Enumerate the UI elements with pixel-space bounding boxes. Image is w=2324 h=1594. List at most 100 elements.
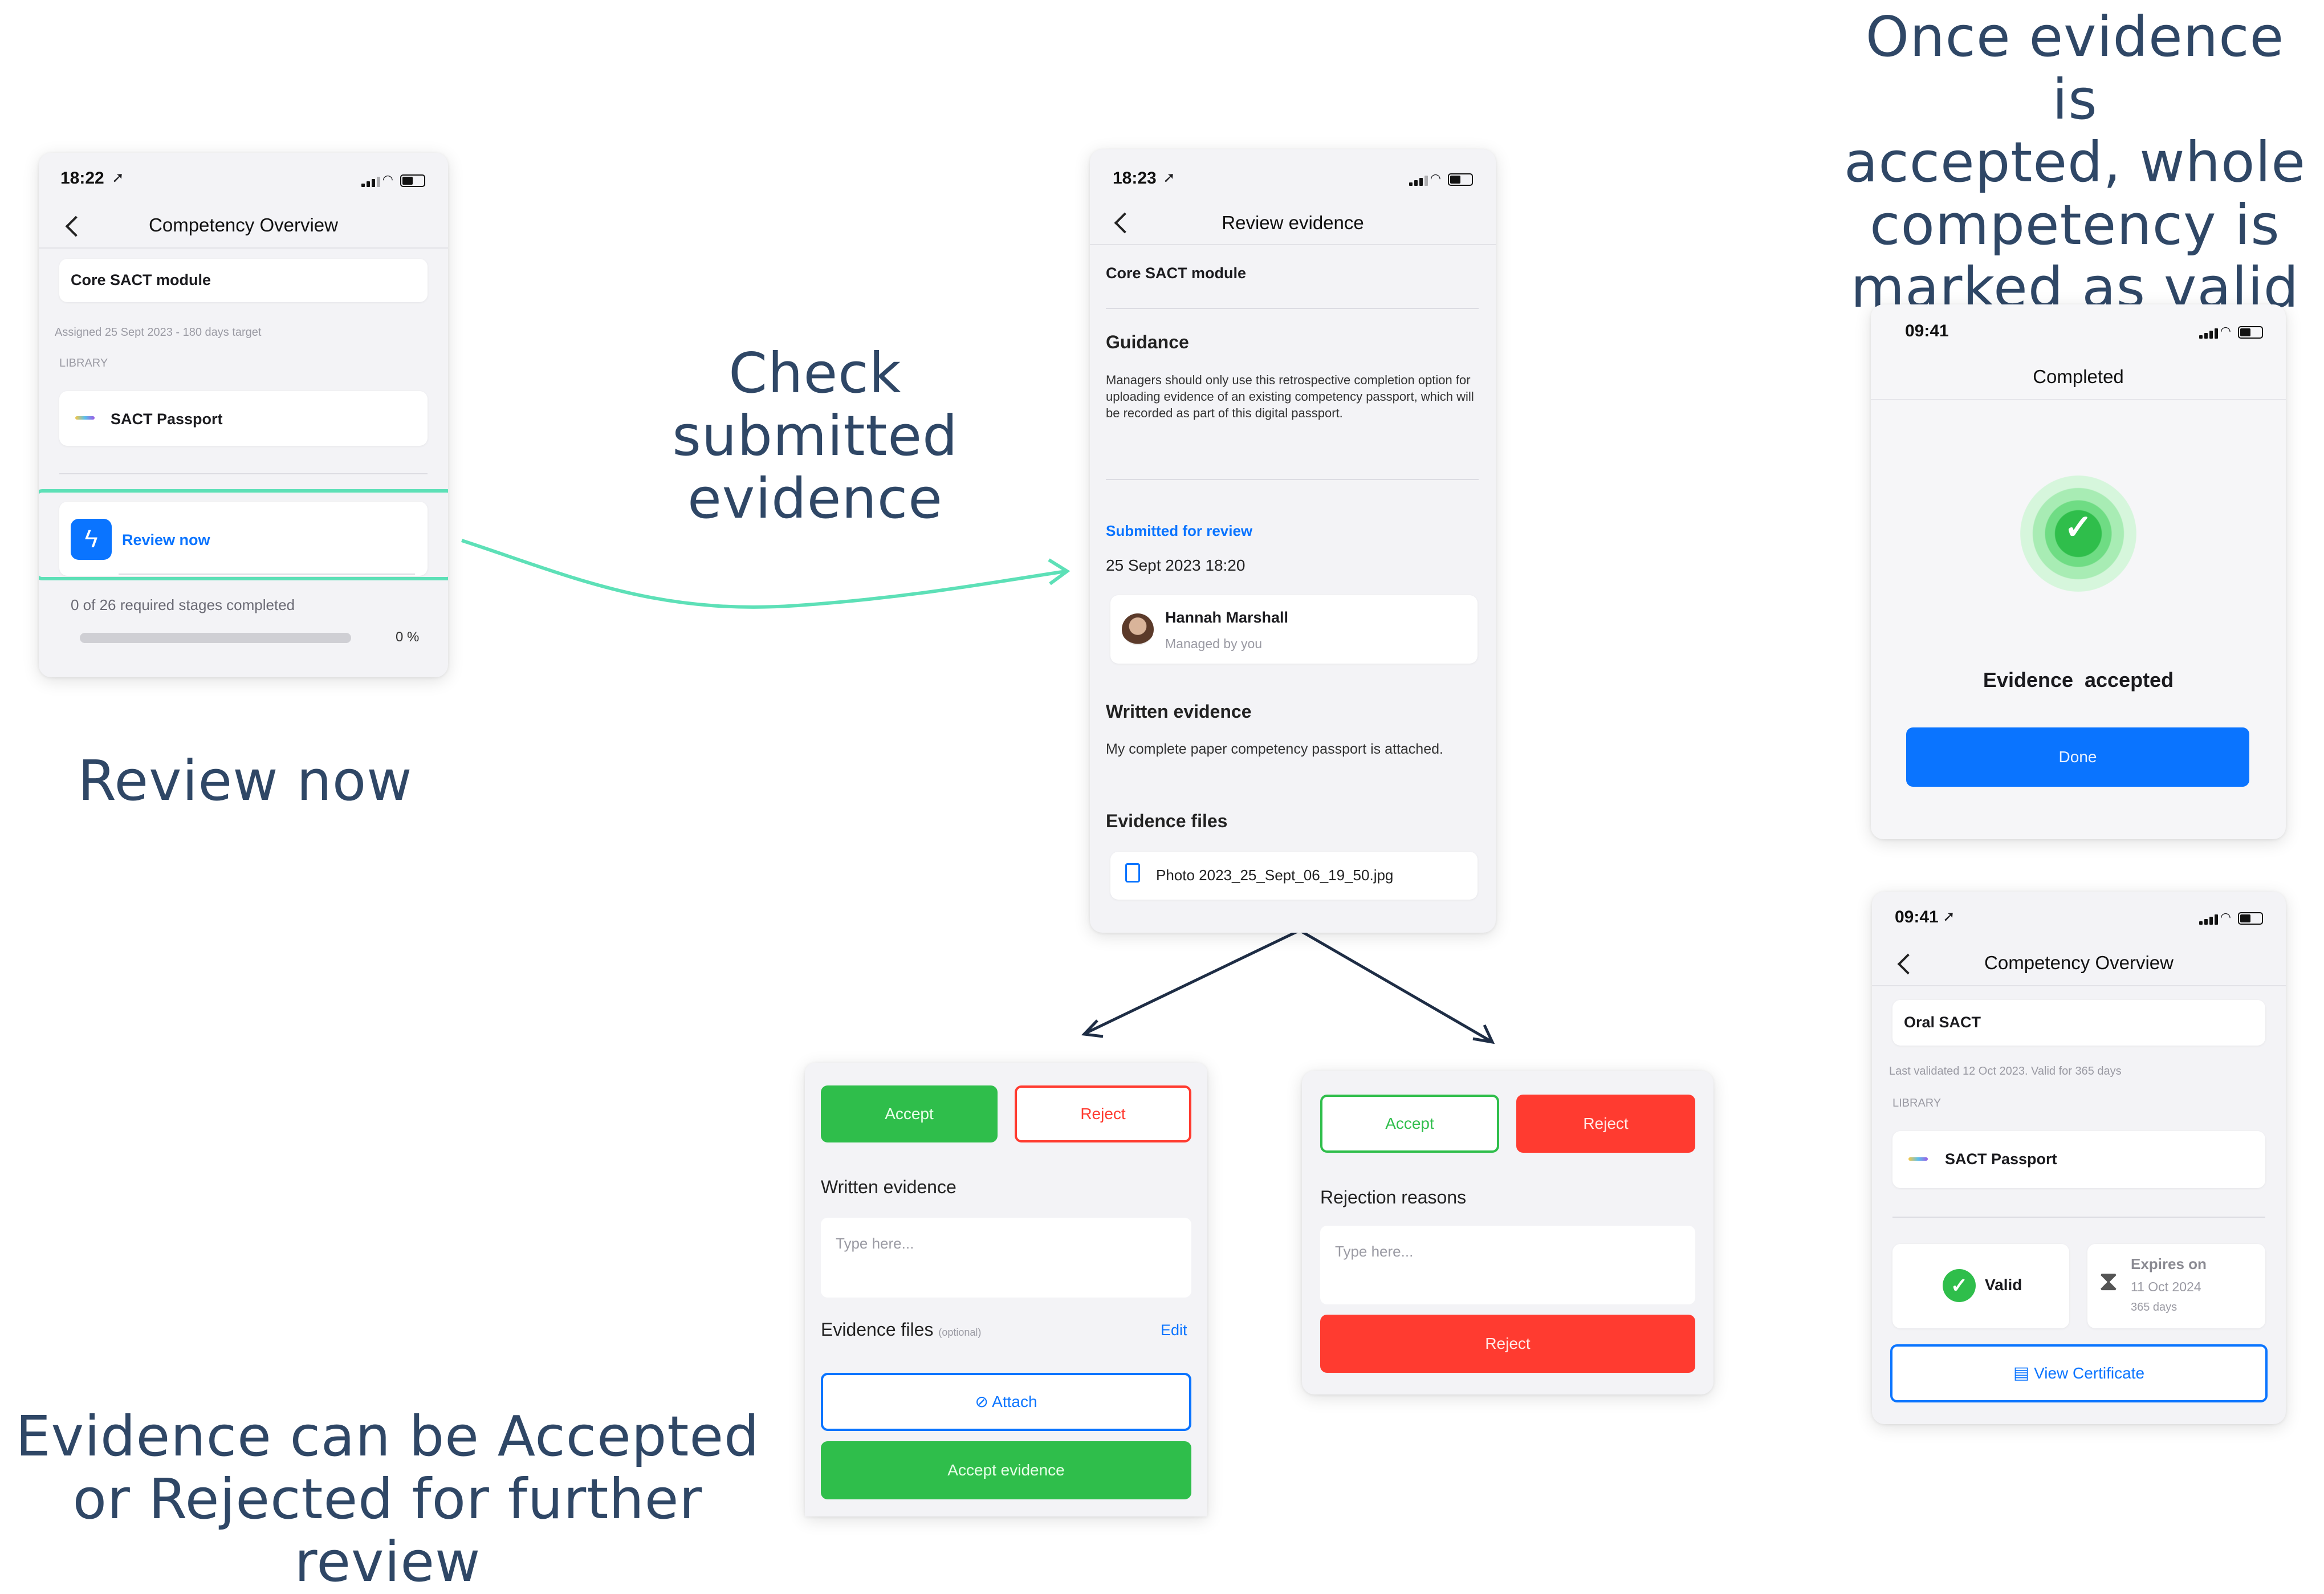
wifi-icon: ◠ [2220, 910, 2231, 924]
split-arrow-right [1299, 929, 1492, 1043]
module-name: Core SACT module [71, 271, 211, 288]
library-passport-card[interactable]: SACT Passport [59, 391, 428, 446]
expiry-card: ⧗ Expires on 11 Oct 2024 365 days [2087, 1244, 2265, 1328]
written-evidence-input[interactable]: Type here... [821, 1218, 1191, 1298]
guidance-text: Managers should only use this retrospect… [1106, 373, 1474, 420]
status-time: 09:41 [1895, 908, 1939, 926]
divider [59, 473, 428, 474]
reject-toggle-button[interactable]: Reject [1015, 1085, 1191, 1142]
caption-review-now: Review now [78, 749, 413, 813]
library-label: LIBRARY [1892, 1097, 1942, 1109]
phone-competency-valid: 09:41 ➚ ◠ Competency Overview Oral SACT … [1872, 892, 2286, 1424]
module-card[interactable]: Oral SACT [1892, 1000, 2265, 1046]
guidance-heading: Guidance [1106, 332, 1189, 352]
status-time: 09:41 [1905, 322, 1949, 340]
status-bar: 09:41 ◠ [1871, 304, 2286, 344]
submitted-date: 25 Sept 2023 18:20 [1106, 556, 1246, 574]
phone-competency-overview: 18:22 ➚ ◠ Competency Overview Core SACT … [39, 153, 448, 677]
signal-icons: ◠ [1409, 171, 1473, 186]
file-name: Photo 2023_25_Sept_06_19_50.jpg [1156, 867, 1394, 884]
library-passport-card[interactable]: SACT Passport [1892, 1131, 2265, 1188]
battery-icon [1448, 173, 1473, 186]
cellular-icon [2199, 328, 2218, 339]
status-bar: 18:22 ➚ ◠ [39, 153, 448, 193]
checkmark: ✓ [2063, 508, 2093, 546]
wifi-icon: ◠ [382, 172, 393, 186]
evidence-file-item[interactable]: Photo 2023_25_Sept_06_19_50.jpg [1110, 852, 1478, 900]
evidence-files-label: Evidence files [821, 1319, 934, 1340]
view-certificate-label: View Certificate [2034, 1364, 2145, 1382]
accept-toggle-button[interactable]: Accept [1320, 1095, 1499, 1153]
valid-status-card: ✓ Valid [1892, 1244, 2069, 1328]
review-now-highlight [39, 489, 448, 580]
library-label: LIBRARY [59, 357, 108, 369]
page-title: Review evidence [1222, 212, 1364, 233]
valid-check-icon: ✓ [1943, 1269, 1976, 1302]
passport-name: SACT Passport [111, 410, 223, 428]
signal-icons: ◠ [2199, 324, 2263, 339]
edit-link[interactable]: Edit [1161, 1321, 1187, 1339]
expires-days: 365 days [2131, 1301, 2178, 1314]
wifi-icon: ◠ [1430, 171, 1441, 185]
reject-toggle-button[interactable]: Reject [1516, 1095, 1695, 1153]
status-bar: 09:41 ➚ ◠ [1872, 892, 2286, 932]
passport-name: SACT Passport [1945, 1150, 2057, 1168]
stages-text: 0 of 26 required stages completed [71, 596, 295, 613]
page-title: Competency Overview [149, 214, 338, 235]
reject-submit-button[interactable]: Reject [1320, 1315, 1695, 1373]
module-name: Core SACT module [1106, 265, 1247, 282]
submitter-role: Managed by you [1165, 636, 1263, 651]
rejection-reasons-input[interactable]: Type here... [1320, 1226, 1695, 1304]
panel-reject-evidence: Accept Reject Rejection reasons Type her… [1302, 1071, 1714, 1394]
evidence-files-heading: Evidence files (optional) [821, 1319, 981, 1340]
hourglass-icon: ⧗ [2099, 1266, 2118, 1296]
caption-check-evidence: Check submitted evidence [672, 341, 958, 531]
nav-bar: Competency Overview [39, 202, 448, 249]
optional-label: (optional) [938, 1327, 982, 1338]
certificate-icon: ▤ [2013, 1364, 2030, 1382]
status-bar: 18:23 ➚ ◠ [1090, 149, 1496, 189]
accept-toggle-button[interactable]: Accept [821, 1085, 998, 1142]
view-certificate-button[interactable]: ▤ View Certificate [1890, 1344, 2268, 1402]
review-arrowhead [1048, 558, 1071, 585]
cellular-icon [1409, 176, 1428, 186]
panel-accept-evidence: Accept Reject Written evidence Type here… [805, 1063, 1207, 1516]
attach-button[interactable]: ⊘ Attach [821, 1373, 1191, 1431]
progress-card: 0 of 26 required stages completed 0 % [59, 584, 428, 652]
module-card[interactable]: Core SACT module [59, 259, 428, 302]
nav-bar: Review evidence [1090, 198, 1496, 245]
location-icon: ➚ [1943, 908, 1955, 925]
cellular-icon [2199, 914, 2218, 925]
passport-logo-icon [1908, 1157, 1928, 1161]
nav-bar: Completed [1871, 353, 2286, 400]
caption-accept-reject: Evidence can be Accepted or Rejected for… [15, 1404, 760, 1594]
phone-completed: 09:41 ◠ Completed ✓ Evidence accepted Do… [1871, 304, 2286, 839]
valid-label: Valid [1985, 1276, 2022, 1294]
progress-percent: 0 % [396, 629, 420, 645]
accept-evidence-button[interactable]: Accept evidence [821, 1441, 1191, 1499]
evidence-files-heading: Evidence files [1106, 811, 1228, 831]
passport-logo-icon [75, 416, 95, 420]
progress-track [80, 633, 351, 643]
expires-label: Expires on [2131, 1255, 2207, 1272]
written-evidence-heading: Written evidence [821, 1177, 957, 1197]
validated-info: Last validated 12 Oct 2023. Valid for 36… [1889, 1065, 2122, 1077]
signal-icons: ◠ [2199, 910, 2263, 925]
split-arrow-left [1085, 929, 1301, 1035]
document-icon [1125, 863, 1140, 883]
done-button[interactable]: Done [1906, 727, 2249, 787]
signal-icons: ◠ [361, 172, 425, 187]
status-time: 18:22 [60, 169, 104, 188]
divider [1106, 308, 1479, 309]
caption-accepted: Once evidence is accepted, whole compete… [1843, 5, 2306, 320]
written-evidence-text: My complete paper competency passport is… [1106, 741, 1443, 757]
divider [1892, 1217, 2265, 1218]
page-title: Competency Overview [1984, 952, 2174, 973]
expires-date: 11 Oct 2024 [2131, 1279, 2201, 1294]
split-arrowhead-right [1472, 1024, 1495, 1044]
split-arrowhead-left [1081, 1019, 1104, 1038]
location-icon: ➚ [1163, 169, 1175, 186]
submitter-card[interactable]: Hannah Marshall Managed by you [1110, 595, 1478, 664]
submitted-label: Submitted for review [1106, 522, 1253, 539]
written-evidence-heading: Written evidence [1106, 701, 1252, 722]
